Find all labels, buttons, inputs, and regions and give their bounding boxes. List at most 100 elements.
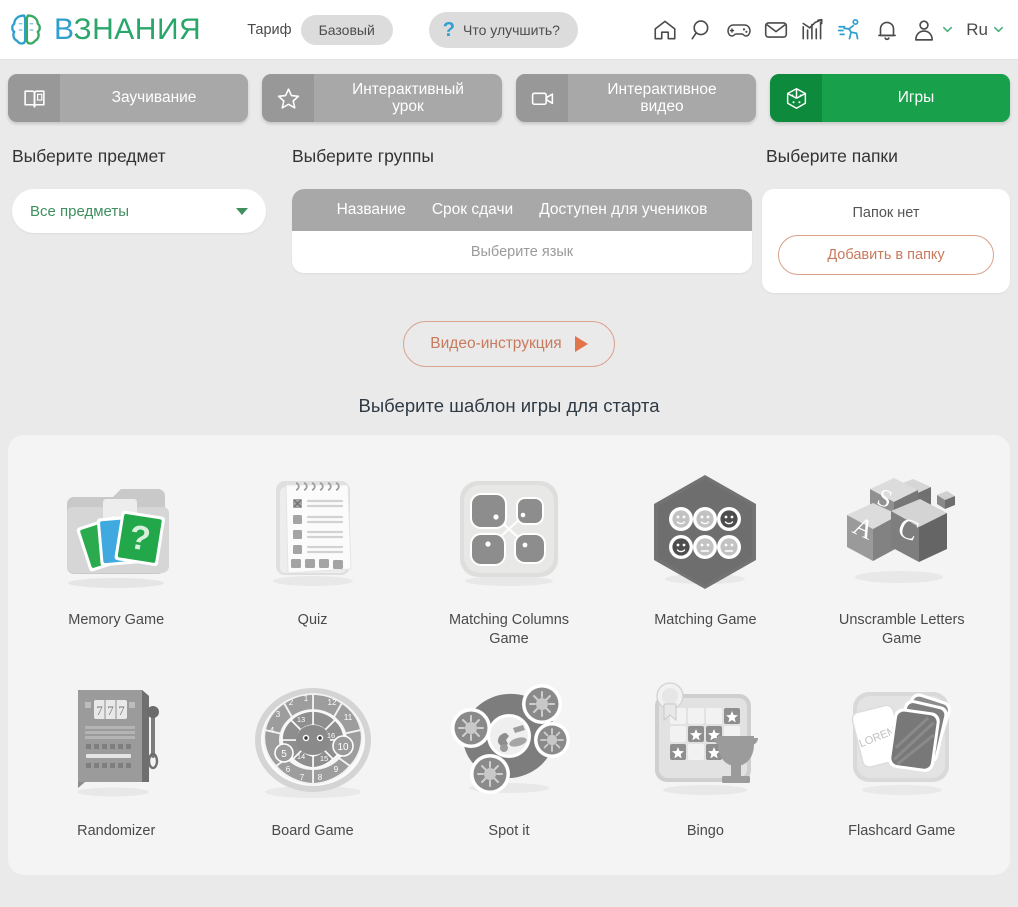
search-icon[interactable] xyxy=(689,17,715,43)
subject-select[interactable]: Все предметы xyxy=(12,189,266,233)
video-instruction-row: Видео-инструкция xyxy=(0,321,1018,367)
template-name-matching-columns-game: Matching Columns Game xyxy=(448,612,570,647)
bingo-icon xyxy=(655,682,759,796)
question-icon: ? xyxy=(442,18,455,41)
bell-icon[interactable] xyxy=(874,17,900,43)
book-icon xyxy=(8,74,60,122)
matching-game-icon xyxy=(654,475,757,589)
folders-filter-column: Выберите папки Папок нет Добавить в папк… xyxy=(762,140,1010,293)
template-card-matching-columns-game[interactable]: Matching Columns Game xyxy=(411,453,607,664)
language-selector[interactable]: Ru xyxy=(966,20,988,40)
template-name-board-game: Board Game xyxy=(271,823,354,840)
mail-icon[interactable] xyxy=(763,17,789,43)
logo[interactable]: ВЗНАНИЯ xyxy=(8,12,201,48)
home-icon[interactable] xyxy=(652,17,678,43)
template-card-randomizer[interactable]: 777 Randomizer xyxy=(18,664,214,857)
app-header: ВЗНАНИЯ Тариф Базовый ? Что улучшить? Ru xyxy=(0,0,1018,60)
template-card-board-game[interactable]: 5 10 123 467 8 9 11 12 13 14 15 16 Board Game xyxy=(214,664,410,857)
groups-table: Название Срок сдачи Доступен для ученико… xyxy=(292,189,752,273)
template-name-bingo: Bingo xyxy=(686,823,724,840)
groups-column-available[interactable]: Доступен для учеников xyxy=(539,201,707,219)
improve-label: Что улучшить? xyxy=(462,21,560,38)
chevron-down-icon[interactable] xyxy=(942,24,953,35)
svg-text:7: 7 xyxy=(118,703,125,718)
template-name-memory-game: Memory Game xyxy=(68,612,165,628)
mode-tabbar: Заучивание Интерактивный урок Интерактив… xyxy=(0,60,1018,132)
folders-filter-title: Выберите папки xyxy=(766,146,898,166)
brand-name: ВЗНАНИЯ xyxy=(54,13,201,47)
svg-text:14: 14 xyxy=(296,752,304,761)
template-card-quiz[interactable]: Quiz xyxy=(214,453,410,664)
template-card-spot-it[interactable]: Spot it xyxy=(411,664,607,857)
avatar-icon[interactable] xyxy=(911,17,937,43)
header-icon-bar: Ru xyxy=(652,17,1004,43)
subject-select-value: Все предметы xyxy=(30,202,130,220)
groups-column-name[interactable]: Название xyxy=(337,201,406,219)
templates-grid: ? Memory Game Quiz Matching Columns Game… xyxy=(18,453,1000,857)
tariff-label: Тариф xyxy=(247,21,292,38)
play-icon xyxy=(574,336,588,352)
templates-title: Выберите шаблон игры для старта xyxy=(358,395,660,416)
tab-interactive-lesson[interactable]: Интерактивный урок xyxy=(262,74,502,122)
groups-filter-title: Выберите группы xyxy=(292,146,434,166)
board-game-icon: 5 10 123 467 8911 12 1314 1516 xyxy=(254,688,371,799)
gamepad-icon[interactable] xyxy=(726,17,752,43)
brand-logo-icon xyxy=(11,13,41,45)
svg-text:11: 11 xyxy=(343,713,352,722)
template-name-quiz: Quiz xyxy=(297,612,328,628)
runner-icon[interactable] xyxy=(837,17,863,43)
svg-text:3: 3 xyxy=(275,710,280,719)
dice-icon xyxy=(770,74,822,122)
chevron-down-icon-language[interactable] xyxy=(993,24,1004,35)
video-icon xyxy=(516,74,568,122)
svg-text:10: 10 xyxy=(337,742,349,753)
svg-text:15: 15 xyxy=(319,754,327,763)
svg-text:2: 2 xyxy=(288,698,293,707)
template-card-matching-game[interactable]: Matching Game xyxy=(607,453,803,664)
svg-text:4: 4 xyxy=(269,726,274,735)
unscramble-letters-game-icon: o S A xyxy=(846,478,955,583)
template-name-spot-it: Spot it xyxy=(488,823,530,840)
subject-filter-title: Выберите предмет xyxy=(12,146,166,166)
tab-games[interactable]: Игры xyxy=(770,74,1010,122)
tab-label-zauchivanie: Заучивание xyxy=(111,89,197,107)
matching-columns-game-icon xyxy=(459,481,558,586)
svg-text:7: 7 xyxy=(96,703,103,718)
svg-text:5: 5 xyxy=(281,749,287,760)
star-icon xyxy=(262,74,314,122)
stats-icon[interactable] xyxy=(800,17,826,43)
randomizer-icon: 777 xyxy=(77,690,160,797)
filters-row: Выберите предмет Все предметы Выберите г… xyxy=(0,132,1018,293)
quiz-icon xyxy=(272,481,353,586)
tab-interactive-video[interactable]: Интерактивное видео xyxy=(516,74,756,122)
svg-text:6: 6 xyxy=(285,765,290,774)
template-card-bingo[interactable]: Bingo xyxy=(607,664,803,857)
svg-text:1: 1 xyxy=(303,694,308,703)
template-name-randomizer: Randomizer xyxy=(77,823,156,840)
groups-table-header: Название Срок сдачи Доступен для ученико… xyxy=(292,189,752,231)
tariff-value-badge[interactable]: Базовый xyxy=(300,14,393,45)
tab-zauchivanie[interactable]: Заучивание xyxy=(8,74,248,122)
templates-panel: ? Memory Game Quiz Matching Columns Game… xyxy=(8,435,1010,875)
tariff-block: Тариф Базовый xyxy=(247,14,393,45)
folders-empty-text: Папок нет xyxy=(852,205,920,221)
improve-feedback-button[interactable]: ? Что улучшить? xyxy=(428,11,578,48)
memory-game-icon: ? xyxy=(67,489,170,588)
add-to-folder-button[interactable]: Добавить в папку xyxy=(778,235,994,275)
brand-first-letter: В xyxy=(54,12,74,46)
template-card-memory-game[interactable]: ? Memory Game xyxy=(18,453,214,664)
flashcard-game-icon: LOREM xyxy=(851,692,951,796)
template-card-unscramble-letters-game[interactable]: o S A xyxy=(804,453,1000,664)
video-instruction-button[interactable]: Видео-инструкция xyxy=(403,321,615,367)
template-name-flashcard-game: Flashcard Game xyxy=(848,823,956,840)
svg-text:9: 9 xyxy=(333,765,338,774)
tab-label-interactive-lesson: Интерактивный урок xyxy=(352,80,464,115)
chevron-down-icon-subject xyxy=(236,207,248,215)
template-card-flashcard-game[interactable]: LOREM Flashcard Game xyxy=(804,664,1000,857)
groups-filter-column: Выберите группы Название Срок сдачи Дост… xyxy=(280,140,752,273)
folders-card: Папок нет Добавить в папку xyxy=(762,189,1010,293)
groups-table-empty[interactable]: Выберите язык xyxy=(292,231,752,273)
groups-column-due[interactable]: Срок сдачи xyxy=(432,201,513,219)
svg-text:16: 16 xyxy=(326,731,334,740)
svg-text:8: 8 xyxy=(317,773,322,782)
